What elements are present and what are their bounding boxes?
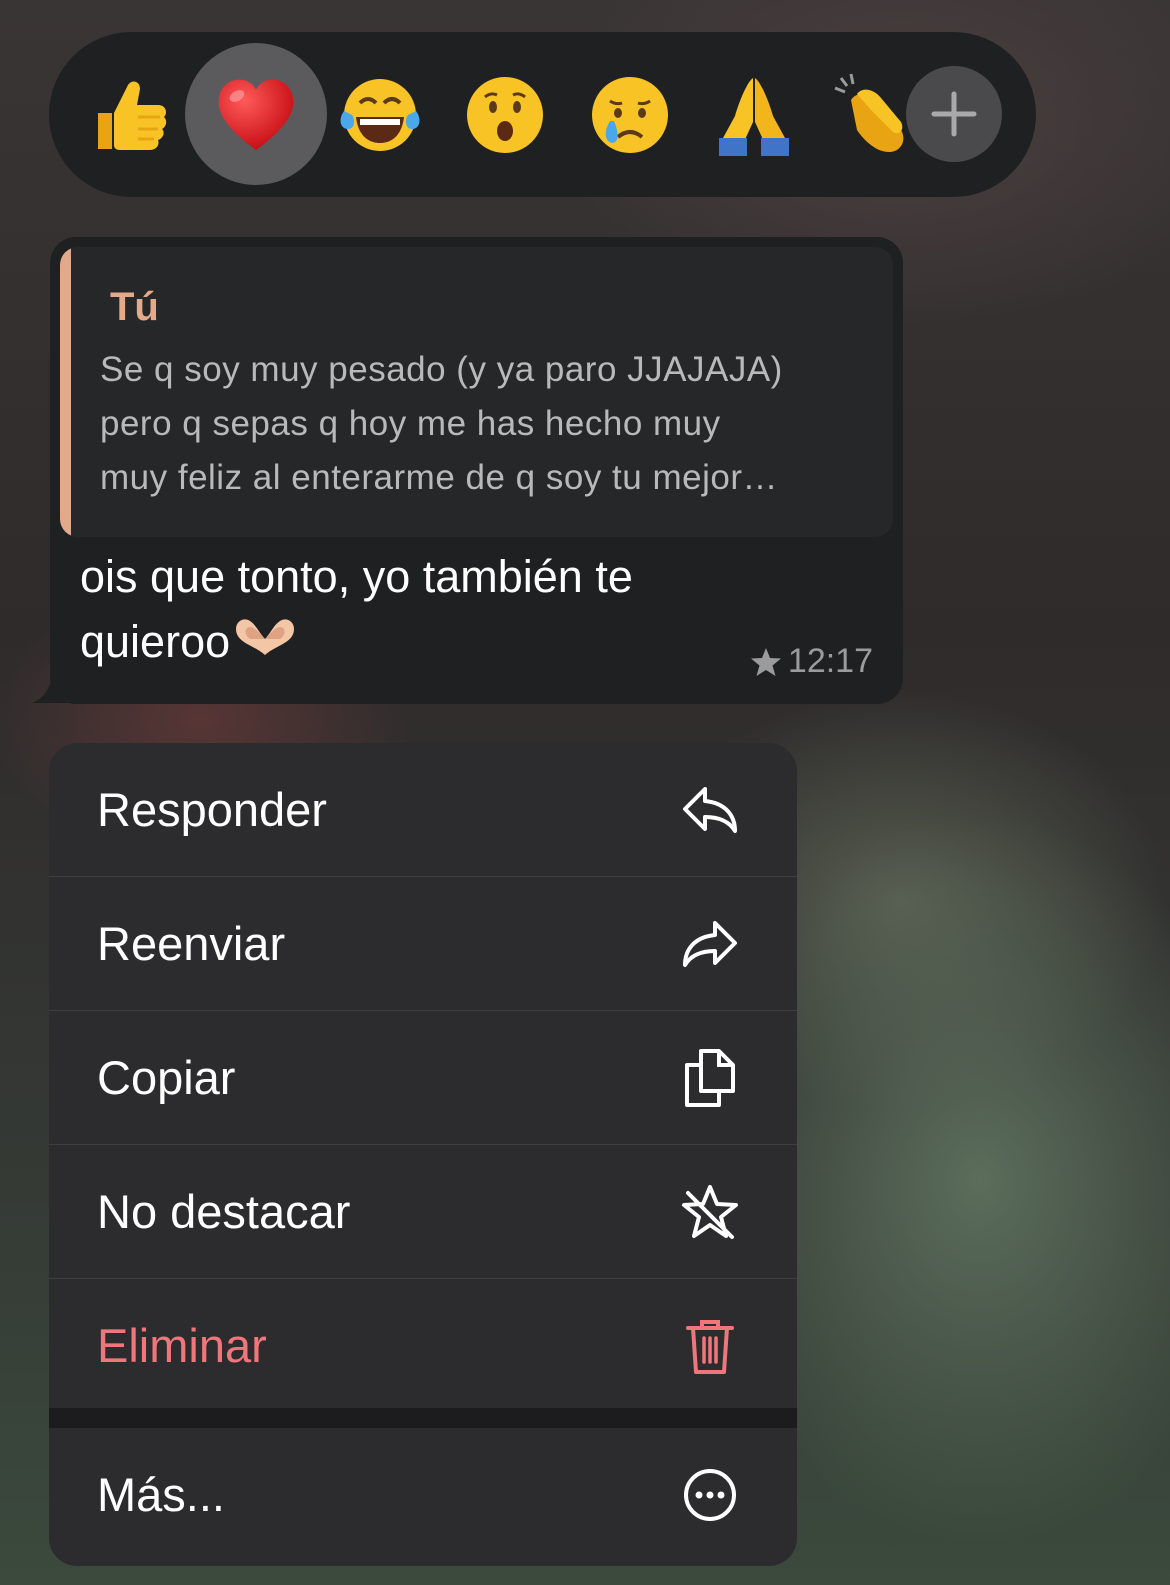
quoted-message[interactable]: Tú Se q soy muy pesado (y ya paro JJAJAJ… <box>60 247 893 537</box>
menu-item-label: Más... <box>97 1468 225 1521</box>
menu-item-more[interactable]: Más... <box>49 1428 797 1561</box>
tears-of-joy-reaction[interactable] <box>335 70 425 160</box>
message-meta: 12:17 <box>750 642 873 681</box>
heart-hands-emoji <box>232 613 298 678</box>
unstar-icon <box>680 1182 740 1242</box>
thumbs-up-reaction[interactable] <box>85 70 175 160</box>
menu-section-gap <box>49 1408 797 1428</box>
menu-item-copy[interactable]: Copiar <box>49 1011 797 1144</box>
message-line-2: quieroo <box>80 609 780 678</box>
copy-icon <box>680 1048 740 1108</box>
more-icon <box>680 1465 740 1525</box>
star-icon <box>750 647 781 676</box>
crying-face-icon <box>592 77 668 153</box>
thumbs-up-icon <box>98 81 167 150</box>
heart-hands-icon <box>236 619 295 655</box>
menu-item-label: Copiar <box>97 1051 236 1104</box>
quote-line: Se q soy muy pesado (y ya paro JJAJAJA) <box>100 350 783 389</box>
laughing-face-icon <box>340 79 420 151</box>
forward-icon <box>680 914 740 974</box>
menu-item-forward[interactable]: Reenviar <box>49 877 797 1010</box>
menu-item-label: Eliminar <box>97 1319 267 1372</box>
trash-icon <box>680 1316 740 1376</box>
message-text: ois que tonto, yo también te quieroo <box>80 544 780 678</box>
crying-reaction[interactable] <box>585 70 675 160</box>
menu-item-reply[interactable]: Responder <box>49 743 797 876</box>
quote-line: pero q sepas q hoy me has hecho muy <box>100 404 721 443</box>
quote-accent-bar <box>60 247 71 537</box>
more-reactions-button[interactable] <box>906 66 1002 162</box>
quote-author: Tú <box>110 285 159 329</box>
menu-item-label: Reenviar <box>97 917 286 970</box>
plus-icon <box>931 91 977 137</box>
red-heart-reaction[interactable] <box>211 70 301 160</box>
message-time: 12:17 <box>787 642 873 680</box>
menu-item-label: Responder <box>97 783 327 836</box>
menu-item-label: No destacar <box>97 1185 351 1238</box>
menu-item-unstar[interactable]: No destacar <box>49 1145 797 1278</box>
folded-hands-reaction[interactable] <box>709 70 799 160</box>
heart-icon <box>218 79 294 150</box>
quote-text: Se q soy muy pesado (y ya paro JJAJAJA) … <box>100 343 880 505</box>
context-menu: Responder Reenviar Copiar No destacar El… <box>49 743 797 1566</box>
message-line-2-text: quieroo <box>80 616 231 667</box>
message-bubble[interactable]: Tú Se q soy muy pesado (y ya paro JJAJAJ… <box>50 237 903 704</box>
folded-hands-icon <box>719 78 789 156</box>
surprised-reaction[interactable] <box>460 70 550 160</box>
reply-icon <box>680 780 740 840</box>
quote-line: muy feliz al enterarme de q soy tu mejor… <box>100 458 778 497</box>
message-line-1: ois que tonto, yo también te <box>80 551 633 602</box>
surprised-face-icon <box>467 77 543 153</box>
menu-item-delete[interactable]: Eliminar <box>49 1279 797 1412</box>
reaction-bar <box>49 32 1036 197</box>
